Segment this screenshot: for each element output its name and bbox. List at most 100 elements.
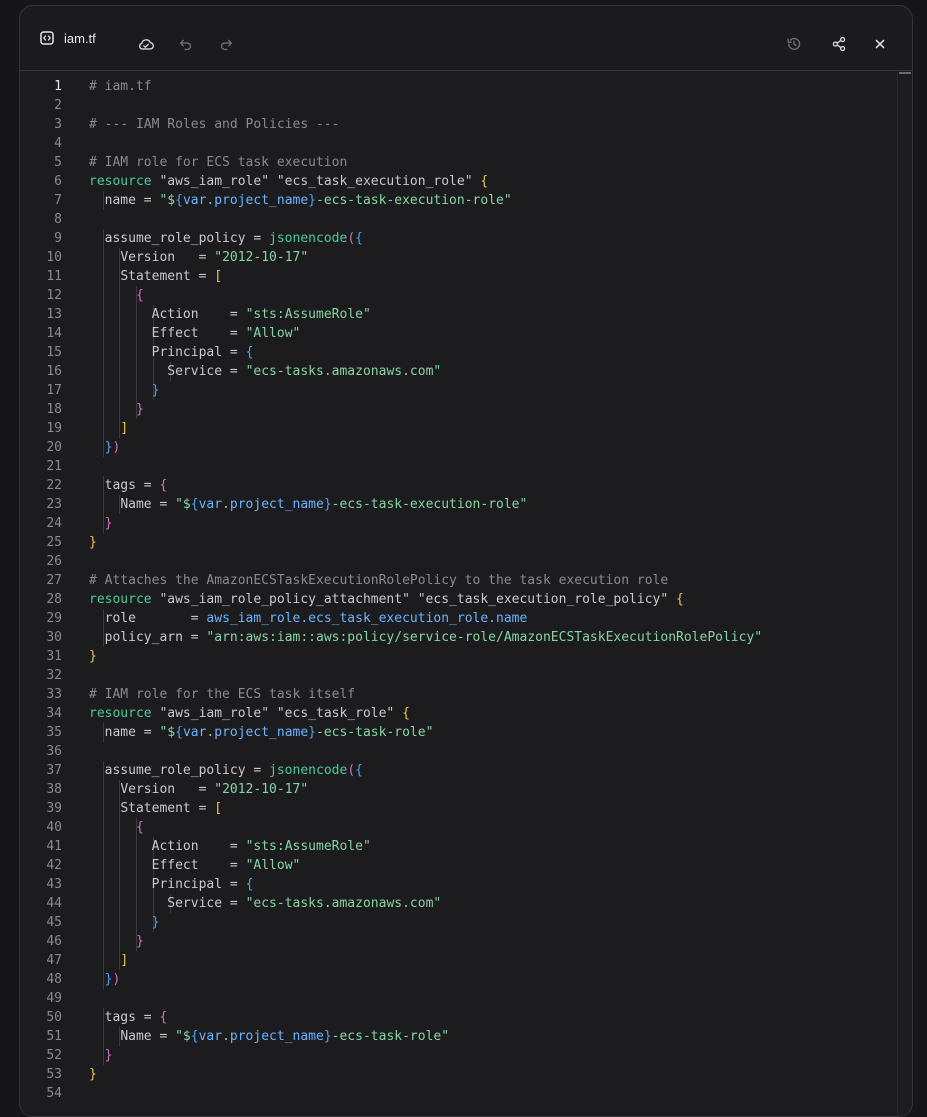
line-text: } [104,516,113,531]
code-line[interactable]: 4 [20,134,898,153]
code-line[interactable]: 14 Effect = "Allow" [20,324,898,343]
undo-icon[interactable] [176,34,196,54]
code-line[interactable]: 20 }) [20,438,898,457]
file-name: iam.tf [64,30,96,46]
code-line[interactable]: 39 Statement = [ [20,799,898,818]
scrollbar[interactable] [897,71,912,1116]
code-line[interactable]: 22 tags = { [20,476,898,495]
code-line[interactable]: 50 tags = { [20,1008,898,1027]
code-line[interactable]: 27 # Attaches the AmazonECSTaskExecutionR… [20,571,898,590]
line-number: 47 [46,953,62,968]
code-line[interactable]: 19 ] [20,419,898,438]
code-line[interactable]: 24 } [20,514,898,533]
line-number: 6 [54,174,62,189]
line-number: 24 [46,516,62,531]
code-line[interactable]: 32 [20,666,898,685]
line-number: 35 [46,725,62,740]
code-line[interactable]: 28 resource "aws_iam_role_policy_attachme… [20,590,898,609]
code-line[interactable]: 41 Action = "sts:AssumeRole" [20,837,898,856]
code-line[interactable]: 6 resource "aws_iam_role" "ecs_task_execu… [20,172,898,191]
line-text: assume_role_policy = jsonencode({ [104,763,363,778]
code-line[interactable]: 54 [20,1084,898,1103]
line-text: Version = "2012-10-17" [120,250,309,265]
line-number: 3 [54,117,62,132]
code-line[interactable]: 47 ] [20,951,898,970]
code-line[interactable]: 52 } [20,1046,898,1065]
line-number: 37 [46,763,62,778]
code-line[interactable]: 29 role = aws_iam_role.ecs_task_executio… [20,609,898,628]
code-line[interactable]: 11 Statement = [ [20,267,898,286]
share-icon[interactable] [829,34,849,54]
code-line[interactable]: 9 assume_role_policy = jsonencode({ [20,229,898,248]
code-line[interactable]: 25} [20,533,898,552]
code-line[interactable]: 46 } [20,932,898,951]
code-line[interactable]: 43 Principal = { [20,875,898,894]
line-text: Name = "${var.project_name}-ecs-task-rol… [120,1029,450,1044]
code-line[interactable]: 40 { [20,818,898,837]
code-line[interactable]: 48 }) [20,970,898,989]
line-number: 28 [46,592,62,607]
line-number: 26 [46,554,62,569]
line-number: 17 [46,383,62,398]
code-line[interactable]: 38 Version = "2012-10-17" [20,780,898,799]
code-line[interactable]: 44 Service = "ecs-tasks.amazonaws.com" [20,894,898,913]
line-number: 49 [46,991,62,1006]
code-line[interactable]: 3 # --- IAM Roles and Policies --- [20,115,898,134]
code-line[interactable]: 42 Effect = "Allow" [20,856,898,875]
code-line[interactable]: 30 policy_arn = "arn:aws:iam::aws:policy… [20,628,898,647]
line-text: tags = { [104,1010,168,1025]
line-number: 22 [46,478,62,493]
code-line[interactable]: 23 Name = "${var.project_name}-ecs-task-… [20,495,898,514]
line-text: Name = "${var.project_name}-ecs-task-exe… [120,497,528,512]
line-text: ] [120,953,129,968]
line-text: assume_role_policy = jsonencode({ [104,231,363,246]
code-line[interactable]: 5 # IAM role for ECS task execution [20,153,898,172]
editor-window: iam.tf 1 # iam.tf 2 3 # --- IAM Roles and Po… [19,5,913,1117]
line-number: 29 [46,611,62,626]
line-text: } [89,1067,97,1082]
line-text: resource "aws_iam_role" "ecs_task_execut… [89,174,489,189]
code-line[interactable]: 21 [20,457,898,476]
code-line[interactable]: 16 Service = "ecs-tasks.amazonaws.com" [20,362,898,381]
code-line[interactable]: 17 } [20,381,898,400]
line-text: { [135,288,144,303]
code-line[interactable]: 13 Action = "sts:AssumeRole" [20,305,898,324]
code-line[interactable]: 7 name = "${var.project_name}-ecs-task-e… [20,191,898,210]
code-line[interactable]: 31} [20,647,898,666]
scrollbar-thumb[interactable] [899,72,911,74]
line-text: } [135,402,144,417]
code-line[interactable]: 15 Principal = { [20,343,898,362]
code-line[interactable]: 53} [20,1065,898,1084]
file-tab[interactable]: iam.tf [40,28,96,48]
close-icon[interactable] [870,34,890,54]
line-number: 20 [46,440,62,455]
code-line[interactable]: 26 [20,552,898,571]
line-text: # IAM role for the ECS task itself [89,687,356,702]
code-line[interactable]: 51 Name = "${var.project_name}-ecs-task-… [20,1027,898,1046]
line-number: 5 [54,155,62,170]
code-line[interactable]: 36 [20,742,898,761]
code-line[interactable]: 12 { [20,286,898,305]
code-editor[interactable]: 1 # iam.tf 2 3 # --- IAM Roles and Policies … [20,71,912,1116]
line-number: 21 [46,459,62,474]
line-text: name = "${var.project_name}-ecs-task-exe… [104,193,512,208]
history-icon[interactable] [784,34,804,54]
code-line[interactable]: 33 # IAM role for the ECS task itself [20,685,898,704]
line-text: Service = "ecs-tasks.amazonaws.com" [167,364,442,379]
redo-icon[interactable] [216,34,236,54]
line-text: Statement = [ [120,269,223,284]
code-line[interactable]: 37 assume_role_policy = jsonencode({ [20,761,898,780]
line-number: 52 [46,1048,62,1063]
code-line[interactable]: 18 } [20,400,898,419]
code-line[interactable]: 35 name = "${var.project_name}-ecs-task-… [20,723,898,742]
code-line[interactable]: 49 [20,989,898,1008]
line-text: # IAM role for ECS task execution [89,155,348,170]
code-line[interactable]: 45 } [20,913,898,932]
code-line[interactable]: 10 Version = "2012-10-17" [20,248,898,267]
code-line[interactable]: 34 resource "aws_iam_role" "ecs_task_role… [20,704,898,723]
code-line[interactable]: 2 [20,96,898,115]
code-line[interactable]: 8 [20,210,898,229]
code-line[interactable]: 1 # iam.tf [20,77,898,96]
line-text: Version = "2012-10-17" [120,782,309,797]
cloud-sync-icon[interactable] [136,34,156,54]
